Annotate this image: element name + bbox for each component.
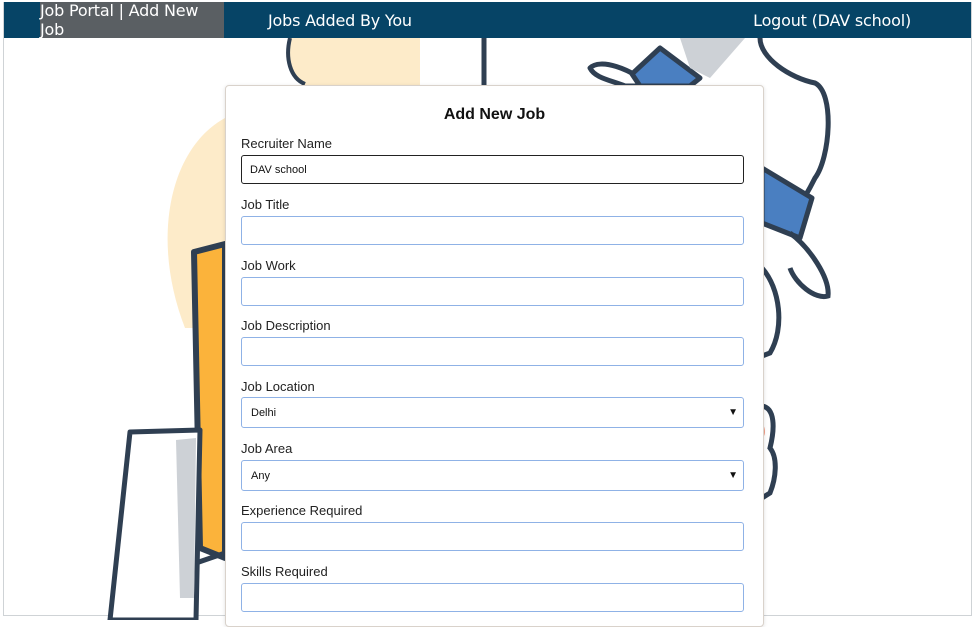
dropdown-arrow-icon: ▼ — [728, 470, 738, 481]
job-area-value: Any — [251, 469, 270, 482]
job-location-label: Job Location — [241, 379, 315, 394]
brand-link[interactable]: Job Portal | Add New Job — [40, 1, 224, 39]
job-location-value: Delhi — [251, 406, 277, 419]
experience-label: Experience Required — [241, 503, 363, 518]
top-navbar: Job Portal | Add New Job Jobs Added By Y… — [4, 1, 971, 39]
add-job-form: Add New Job Recruiter Name Job Title Job… — [225, 85, 764, 627]
experience-input[interactable] — [241, 522, 744, 551]
job-area-label: Job Area — [241, 441, 293, 456]
skills-input[interactable] — [241, 583, 744, 612]
recruiter-name-label: Recruiter Name — [241, 136, 333, 151]
jobs-added-link[interactable]: Jobs Added By You — [268, 2, 412, 38]
job-title-input[interactable] — [241, 216, 744, 245]
skills-label: Skills Required — [241, 564, 328, 579]
job-work-input[interactable] — [241, 277, 744, 306]
job-title-label: Job Title — [241, 197, 290, 212]
job-description-input[interactable] — [241, 337, 744, 366]
job-work-label: Job Work — [241, 258, 296, 273]
job-area-select[interactable]: Any ▼ — [241, 460, 744, 491]
form-title: Add New Job — [443, 106, 546, 123]
job-description-label: Job Description — [241, 318, 331, 333]
job-location-select[interactable]: Delhi ▼ — [241, 397, 744, 428]
recruiter-name-input[interactable] — [241, 155, 744, 184]
dropdown-arrow-icon: ▼ — [728, 407, 738, 418]
logout-link[interactable]: Logout (DAV school) — [753, 2, 911, 38]
